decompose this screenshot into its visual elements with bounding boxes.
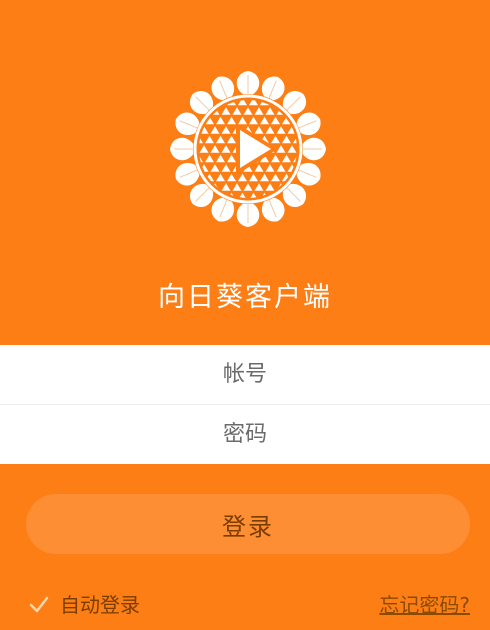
sunflower-logo-icon	[166, 67, 330, 231]
login-button[interactable]: 登录	[26, 494, 470, 554]
forgot-password-link[interactable]: 忘记密码?	[379, 590, 470, 620]
login-form	[0, 345, 490, 464]
password-input[interactable]	[0, 405, 490, 464]
account-input[interactable]	[0, 345, 490, 404]
app-title: 向日葵客户端	[158, 282, 332, 313]
auto-login-checkbox[interactable]: 自动登录	[28, 590, 140, 620]
auto-login-label: 自动登录	[60, 593, 140, 617]
checkmark-icon	[29, 596, 49, 613]
